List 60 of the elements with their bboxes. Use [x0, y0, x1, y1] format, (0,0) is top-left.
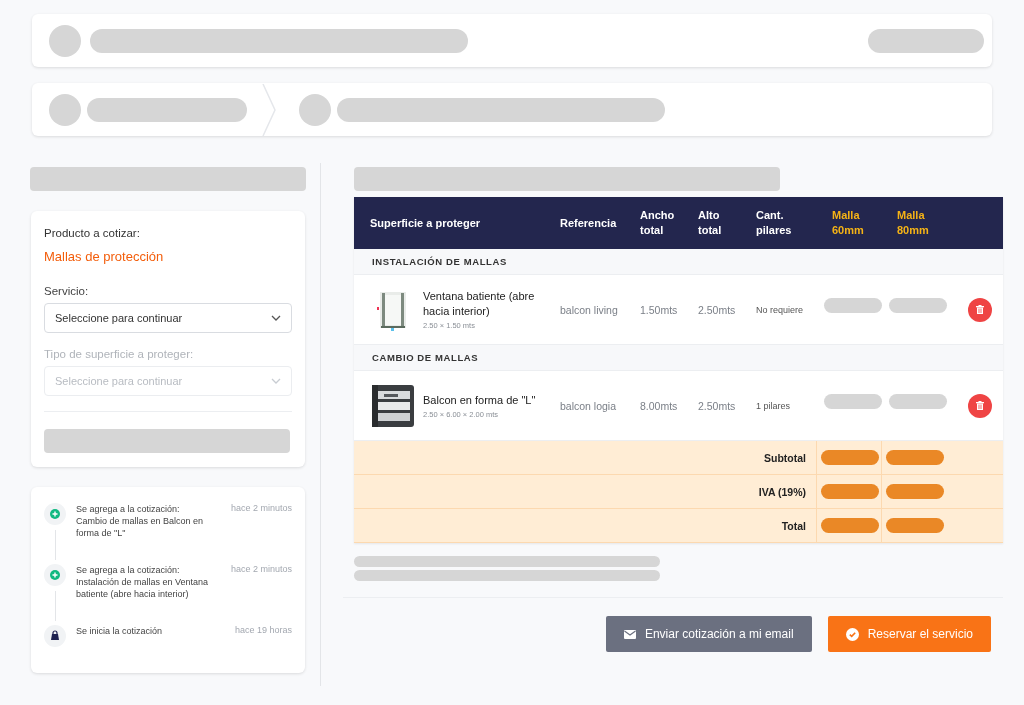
check-circle-icon [845, 627, 859, 641]
select-field[interactable]: Seleccione para continuar [44, 303, 292, 333]
timeline-text: Se agrega a la cotización: Cambio de mallas en Balcon en forma de "L" [76, 503, 205, 540]
skeleton-bar [889, 394, 947, 409]
table-cell-text: 1.50mts [640, 303, 679, 316]
column-header: Malla 60mm [831, 208, 865, 238]
skeleton-bar [886, 484, 944, 499]
skeleton-bar [886, 450, 944, 465]
item-name: Ventana batiente (abre hacia interior) [423, 289, 536, 319]
skeleton-bar [824, 394, 882, 409]
reserve-button[interactable]: Reservar el servicio [827, 616, 991, 652]
trash-icon [976, 305, 984, 314]
table-cell-text: balcon living [560, 303, 619, 316]
product-label: Producto a cotizar: [44, 227, 141, 239]
skeleton-bar [824, 298, 882, 313]
skeleton-avatar [49, 93, 81, 126]
skeleton-bar [821, 484, 879, 499]
chevron-icon [261, 83, 277, 136]
column-header: Ancho total [640, 208, 676, 238]
skeleton-avatar [49, 24, 81, 57]
table-cell-text: 2.50mts [698, 399, 737, 412]
bag-icon [44, 625, 66, 647]
trash-icon [976, 401, 984, 410]
summary-label: IVA (19%) [757, 485, 807, 498]
section-title: INSTALACIÓN DE MALLAS [372, 256, 507, 267]
product-name: Mallas de protección [44, 249, 165, 264]
skeleton-avatar [299, 93, 331, 126]
table-cell-text: No requiere [756, 304, 805, 315]
field-label: Tipo de superficie a proteger: [44, 348, 195, 360]
delete-button[interactable] [968, 297, 992, 322]
table-cell-text: 8.00mts [640, 399, 679, 412]
chevron-down-icon [271, 378, 281, 384]
plus-circle-icon [44, 564, 66, 586]
table-cell-text: 1 pilares [756, 400, 792, 411]
skeleton-bar [889, 298, 947, 313]
timeline-time: hace 2 minutos [230, 564, 292, 576]
chevron-down-icon [271, 315, 281, 321]
envelope-icon [623, 629, 636, 639]
column-header: Cant. pilares [756, 208, 793, 238]
table-cell-text: 2.50mts [698, 303, 737, 316]
timeline-time: hace 19 horas [234, 625, 292, 637]
summary-label: Total [780, 519, 807, 532]
delete-button[interactable] [968, 393, 992, 418]
column-header: Alto total [698, 208, 723, 238]
timeline-text: Se inicia la cotización [76, 625, 164, 638]
email-button[interactable]: Enviar cotización a mi email [605, 616, 812, 652]
column-header: Superficie a proteger [369, 215, 482, 231]
table-cell-text: balcon logia [560, 399, 618, 412]
plus-circle-icon [44, 503, 66, 525]
skeleton-bar [886, 518, 944, 533]
item-name: Balcon en forma de "L" [423, 392, 536, 408]
column-header: Referencia [560, 215, 618, 231]
timeline-text: Se agrega a la cotización: Instalación de mallas en Ventana batiente (abre hacia interior) [76, 564, 210, 601]
field-label: Servicio: [44, 285, 90, 297]
skeleton-bar [821, 518, 879, 533]
timeline-time: hace 2 minutos [230, 503, 292, 515]
column-header: Malla 80mm [896, 208, 930, 238]
summary-label: Subtotal [763, 451, 807, 464]
skeleton-bar [821, 450, 879, 465]
section-title: CAMBIO DE MALLAS [372, 352, 479, 363]
